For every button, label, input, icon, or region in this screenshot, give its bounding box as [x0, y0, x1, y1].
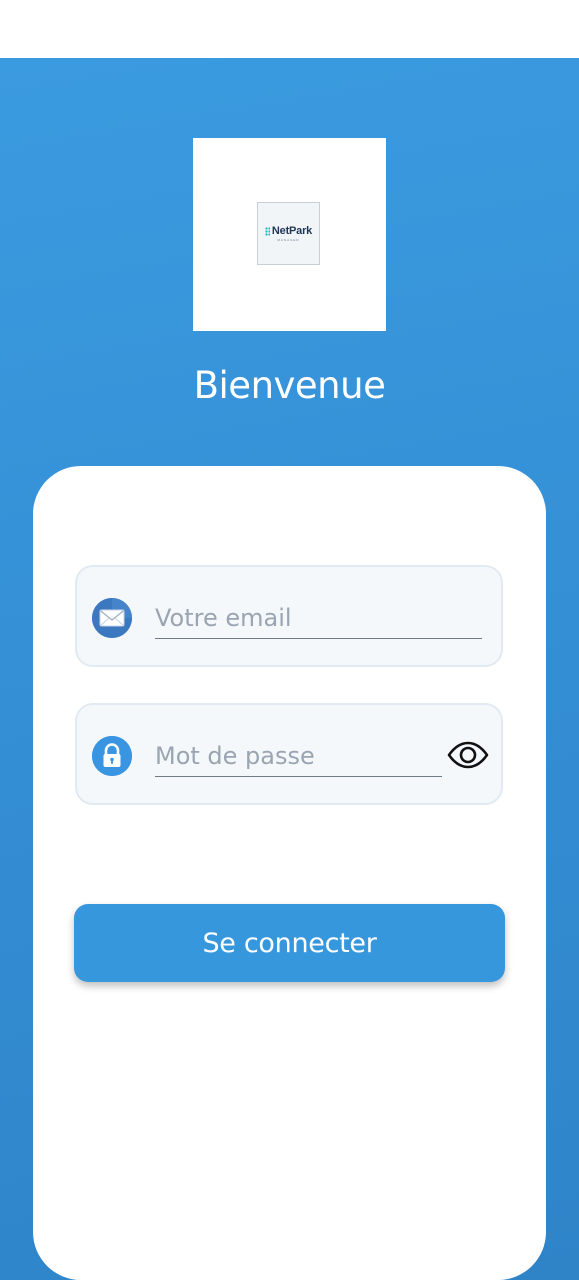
logo-dots-icon — [264, 226, 270, 236]
login-card: Se connecter — [33, 466, 546, 1280]
welcome-title: Bienvenue — [193, 364, 386, 407]
app-logo: NetPark MANAGER — [257, 202, 320, 265]
email-input[interactable] — [155, 597, 482, 639]
login-button[interactable]: Se connecter — [74, 904, 505, 982]
envelope-icon — [92, 598, 132, 638]
logo-tagline: MANAGER — [277, 238, 300, 242]
login-screen: NetPark MANAGER Bienvenue Votre email Se… — [0, 58, 579, 1280]
app-logo-frame: NetPark MANAGER — [193, 138, 386, 331]
email-field-container — [75, 565, 503, 667]
password-field-container — [75, 703, 503, 805]
lock-icon — [92, 736, 132, 776]
logo-brand-name: NetPark — [271, 225, 313, 237]
status-bar-area — [0, 0, 579, 58]
eye-icon[interactable] — [447, 741, 489, 769]
password-input[interactable] — [155, 735, 442, 777]
